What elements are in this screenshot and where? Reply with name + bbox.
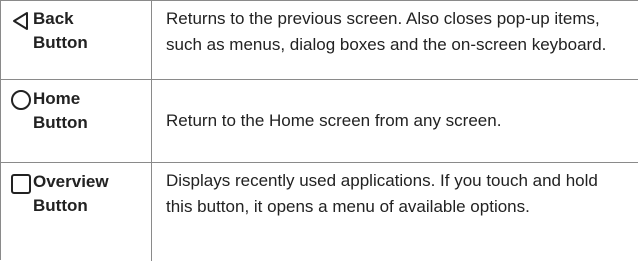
table-row-home: Home Button Return to the Home screen fr… bbox=[1, 80, 638, 163]
table-row-back: Back Button Returns to the previous scre… bbox=[1, 1, 638, 80]
label-cell: Home Button bbox=[1, 80, 152, 162]
home-button-label: Home Button bbox=[33, 89, 88, 132]
label-cell: Overview Button bbox=[1, 163, 152, 261]
home-circle-icon bbox=[10, 89, 32, 116]
overview-square-icon bbox=[10, 173, 32, 200]
back-button-label: Back Button bbox=[33, 9, 88, 52]
table-row-overview: Overview Button Displays recently used a… bbox=[1, 163, 638, 261]
label-cell: Back Button bbox=[1, 1, 152, 79]
back-triangle-icon bbox=[11, 11, 31, 36]
overview-button-description: Displays recently used applications. If … bbox=[166, 171, 598, 216]
overview-button-label: Overview Button bbox=[33, 172, 109, 215]
button-reference-table: Back Button Returns to the previous scre… bbox=[0, 0, 638, 261]
home-button-description: Return to the Home screen from any scree… bbox=[166, 111, 502, 130]
back-button-description: Returns to the previous screen. Also clo… bbox=[166, 9, 607, 54]
